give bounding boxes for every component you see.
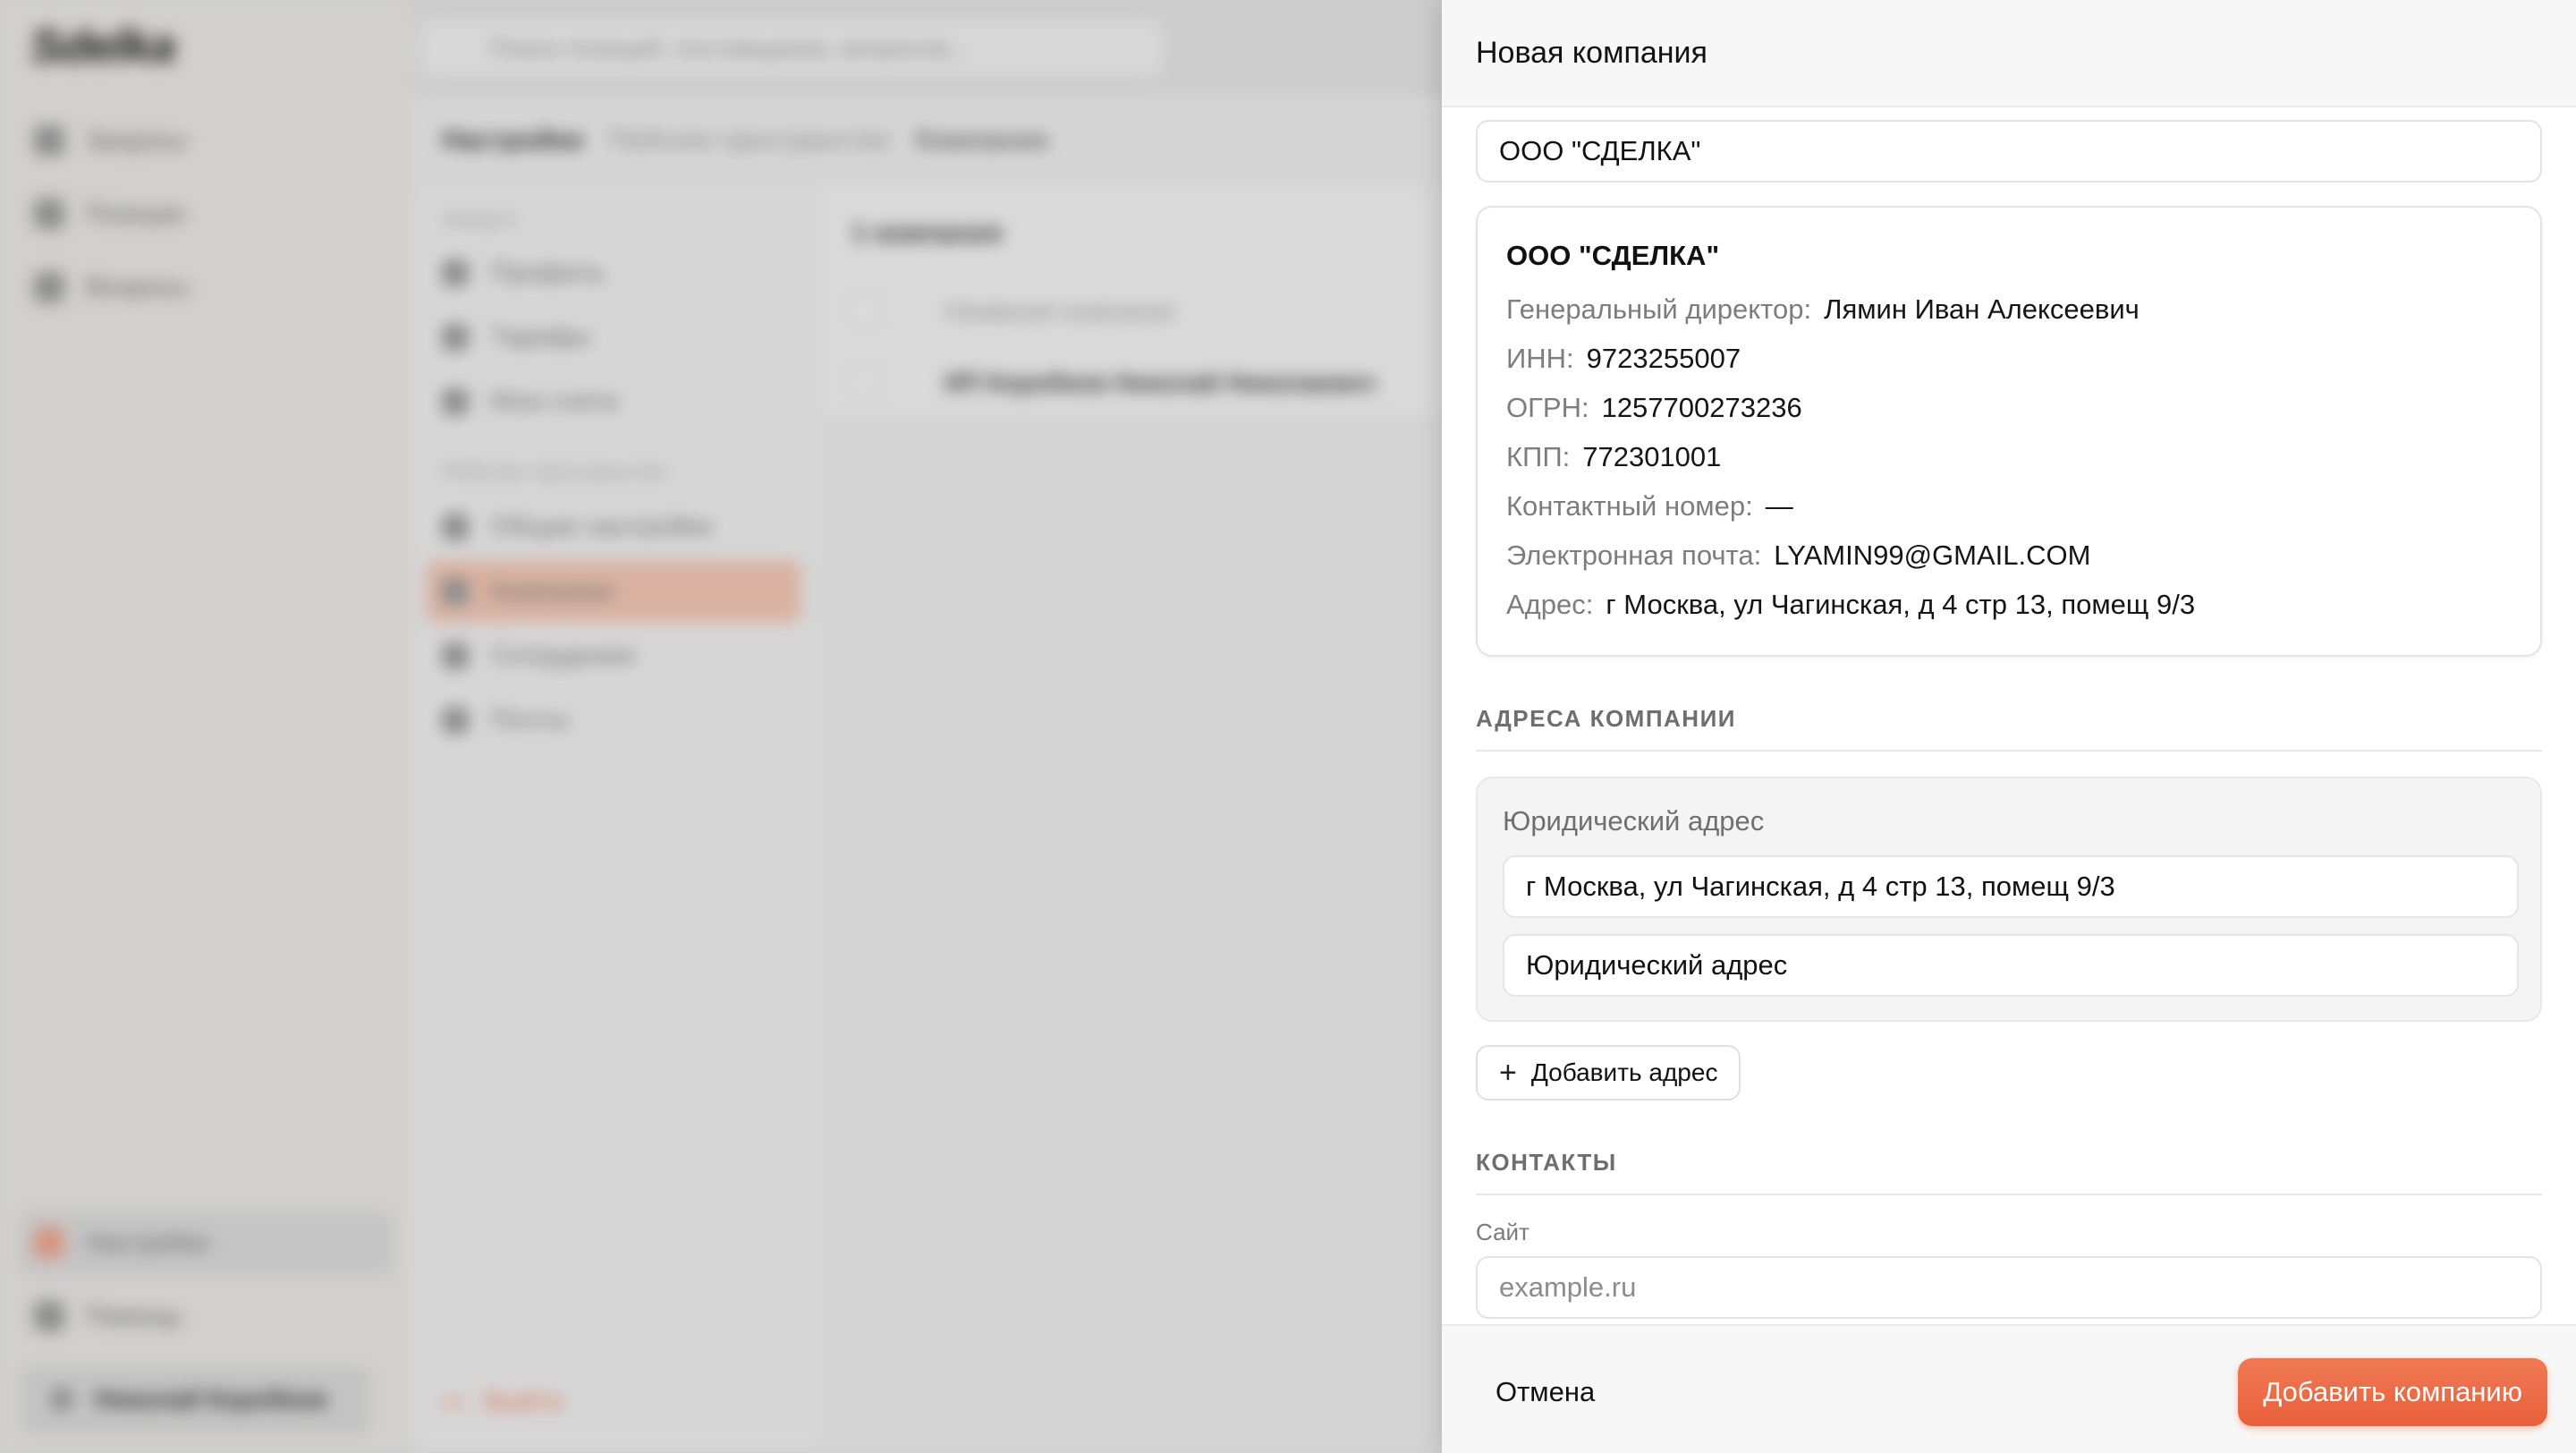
detail-phone: Контактный номер: —	[1506, 490, 1793, 522]
contacts-divider	[1476, 1194, 2542, 1195]
company-name: ООО "СДЕЛКА"	[1506, 240, 1720, 271]
company-details-card: ООО "СДЕЛКА" Генеральный директор: Лямин …	[1476, 206, 2542, 657]
drawer-header: Новая компания	[1442, 0, 2576, 107]
cancel-button[interactable]: Отмена	[1463, 1360, 1627, 1424]
addresses-section-title: АДРЕСА КОМПАНИИ	[1476, 705, 1736, 732]
address-input[interactable]: г Москва, ул Чагинская, д 4 стр 13, поме…	[1503, 855, 2519, 918]
add-company-button[interactable]: Добавить компанию	[2238, 1358, 2547, 1426]
plus-icon: +	[1499, 1056, 1517, 1090]
address-block: Юридический адрес г Москва, ул Чагинская…	[1476, 777, 2542, 1022]
addresses-divider	[1476, 750, 2542, 752]
detail-email: Электронная почта: LYAMIN99@GMAIL.COM	[1506, 540, 2091, 571]
detail-inn: ИНН: 9723255007	[1506, 343, 1741, 374]
new-company-drawer: Новая компания ООО "СДЕЛКА" ООО "СДЕЛКА"…	[1442, 0, 2576, 1453]
site-input[interactable]: example.ru	[1476, 1256, 2542, 1319]
drawer-footer: Отмена Добавить компанию	[1442, 1324, 2576, 1453]
site-label: Сайт	[1476, 1219, 1530, 1245]
modal-overlay[interactable]	[0, 0, 1442, 1453]
detail-kpp: КПП: 772301001	[1506, 441, 1722, 472]
contacts-section-title: КОНТАКТЫ	[1476, 1149, 1617, 1176]
address-block-legend: Юридический адрес	[1503, 805, 1765, 837]
detail-ogrn: ОГРН: 1257700273236	[1506, 392, 1802, 423]
drawer-body[interactable]: ООО "СДЕЛКА" ООО "СДЕЛКА" Генеральный ди…	[1442, 107, 2576, 1324]
detail-address: Адрес: г Москва, ул Чагинская, д 4 стр 13…	[1506, 589, 2196, 620]
address-type-select[interactable]: Юридический адрес	[1503, 934, 2519, 997]
detail-director: Генеральный директор: Лямин Иван Алексеев…	[1506, 293, 2140, 325]
drawer-title: Новая компания	[1476, 35, 1707, 70]
company-search-input[interactable]: ООО "СДЕЛКА"	[1476, 120, 2542, 183]
add-address-button[interactable]: + Добавить адрес	[1476, 1045, 1741, 1100]
